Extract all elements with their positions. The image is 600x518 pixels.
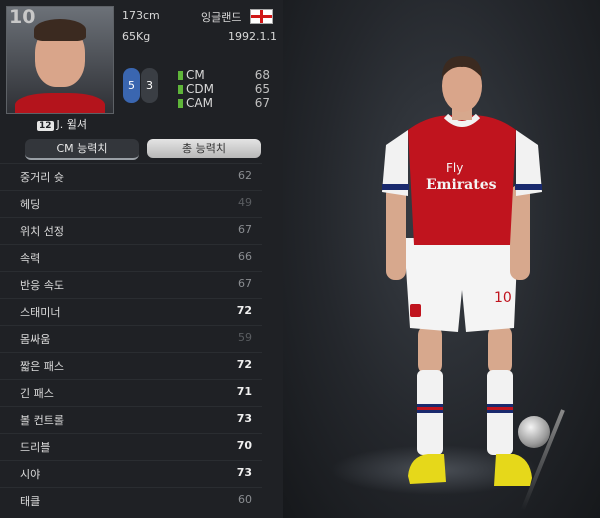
sponsor-line-2: Emirates (426, 177, 497, 193)
shorts-number: 10 (494, 290, 512, 306)
left-boot (408, 454, 446, 484)
club-crest-icon (410, 304, 421, 317)
football-icon (518, 416, 550, 448)
sponsor-line-1: Fly (446, 161, 463, 175)
player-shorts (404, 238, 518, 332)
player-model-figure: 10 Fly Emirates (382, 56, 542, 486)
right-boot (494, 454, 532, 486)
